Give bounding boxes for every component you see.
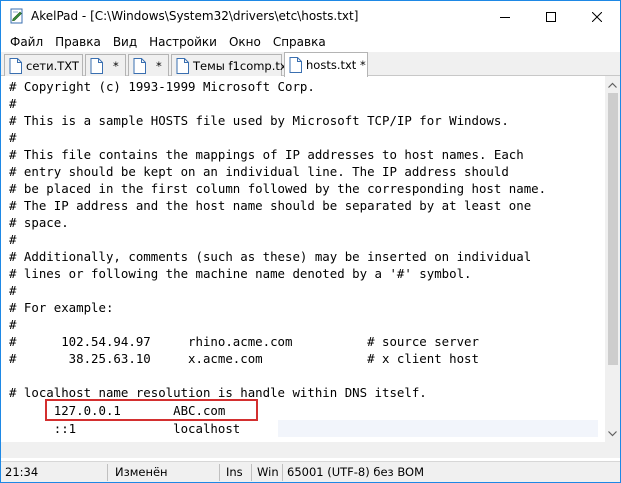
tab-untitled-2[interactable]: * xyxy=(128,54,169,76)
editor-line: # xyxy=(9,232,17,247)
status-modified: Изменён xyxy=(115,465,168,479)
editor-line: # xyxy=(9,96,17,111)
editor-line: # For example: xyxy=(9,300,114,315)
tab-label: * xyxy=(113,58,119,73)
editor-line: # entry should be kept on an individual … xyxy=(9,164,509,179)
window-title: AkelPad - [C:\Windows\System32\drivers\e… xyxy=(31,9,359,23)
status-separator xyxy=(219,464,220,481)
tab-untitled-1[interactable]: * xyxy=(85,54,126,76)
status-separator xyxy=(251,464,252,481)
editor-line: # 38.25.63.10 x.acme.com # x client host xyxy=(9,351,479,366)
tab-label: Темы f1comp.txt xyxy=(193,58,292,73)
editor-line: # Additionally, comments (such as these)… xyxy=(9,249,532,264)
editor-line: # xyxy=(9,283,17,298)
minimize-button[interactable] xyxy=(482,1,528,32)
editor-line: # 102.54.94.97 rhino.acme.com # source s… xyxy=(9,334,479,349)
status-encoding[interactable]: 65001 (UTF-8) без BOM xyxy=(287,462,424,483)
menu-bar: Файл Правка Вид Настройки Окно Справка xyxy=(1,32,620,52)
menu-settings[interactable]: Настройки xyxy=(143,32,223,52)
maximize-button[interactable] xyxy=(528,1,574,32)
tab-bar: сети.TXT * * Темы f1comp.txt hosts.txt * xyxy=(1,52,620,77)
tab-label: hosts.txt * xyxy=(306,58,366,72)
scroll-down-arrow-icon[interactable] xyxy=(605,425,620,442)
document-icon xyxy=(90,57,103,74)
status-insert-mode[interactable]: Ins xyxy=(226,462,243,483)
scroll-up-arrow-icon[interactable] xyxy=(605,76,620,93)
title-bar[interactable]: AkelPad - [C:\Windows\System32\drivers\e… xyxy=(1,1,620,32)
document-icon xyxy=(133,57,146,74)
akelpad-app-icon xyxy=(9,8,25,24)
document-icon xyxy=(9,57,22,74)
tab-temy-f1comp[interactable]: Темы f1comp.txt xyxy=(171,54,291,76)
editor-line: # be placed in the first column followed… xyxy=(9,181,547,196)
status-cursor-position: 21:34 xyxy=(5,465,39,479)
current-line-highlight xyxy=(278,420,598,437)
editor-line: # Copyright (c) 1993-1999 Microsoft Corp… xyxy=(9,79,315,94)
editor-line: # xyxy=(9,130,17,145)
status-newline[interactable]: Win xyxy=(257,462,279,483)
tab-hosts-txt[interactable]: hosts.txt * xyxy=(284,52,368,77)
horizontal-scrollbar[interactable] xyxy=(1,442,605,458)
akelpad-window: AkelPad - [C:\Windows\System32\drivers\e… xyxy=(0,0,621,483)
tab-label: сети.TXT xyxy=(26,58,79,73)
editor-line: # xyxy=(9,317,17,332)
close-button[interactable] xyxy=(574,1,620,32)
scroll-thumb[interactable] xyxy=(608,93,618,365)
vertical-scrollbar[interactable] xyxy=(605,76,620,458)
status-bar: 21:34 Изменён Ins Win 65001 (UTF-8) без … xyxy=(1,461,620,482)
tab-seti-txt[interactable]: сети.TXT xyxy=(4,54,83,76)
editor-line: # space. xyxy=(9,215,69,230)
document-icon xyxy=(289,57,302,73)
annotation-highlight-box xyxy=(45,399,258,421)
editor-line: # This is a sample HOSTS file used by Mi… xyxy=(9,113,509,128)
menu-view[interactable]: Вид xyxy=(107,32,143,52)
document-icon xyxy=(176,57,189,74)
menu-file[interactable]: Файл xyxy=(4,32,49,52)
menu-edit[interactable]: Правка xyxy=(49,32,107,52)
status-separator xyxy=(282,464,283,481)
editor-line: # lines or following the machine name de… xyxy=(9,266,472,281)
menu-help[interactable]: Справка xyxy=(267,32,332,52)
text-editor[interactable]: # Copyright (c) 1993-1999 Microsoft Corp… xyxy=(1,76,605,458)
editor-line: # This file contains the mappings of IP … xyxy=(9,147,524,162)
status-separator xyxy=(107,464,108,481)
tab-label: * xyxy=(156,58,162,73)
editor-line: # The IP address and the host name shoul… xyxy=(9,198,532,213)
menu-window[interactable]: Окно xyxy=(223,32,267,52)
editor-line: ::1 localhost xyxy=(9,421,241,436)
